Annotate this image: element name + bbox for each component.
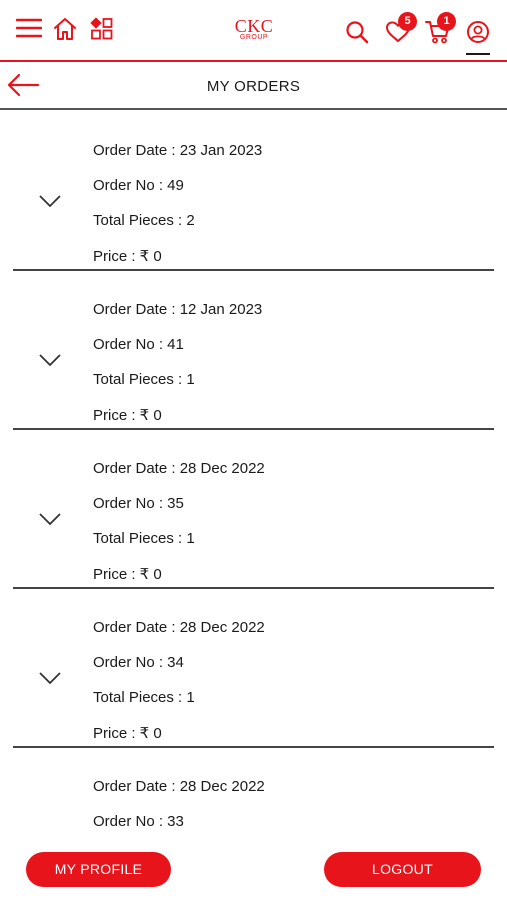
order-number: Order No : 34 (93, 654, 184, 671)
orders-list: Order Date : 23 Jan 2023 Order No : 49 T… (0, 112, 507, 834)
chevron-down-icon[interactable] (38, 194, 62, 208)
order-total-pieces: Total Pieces : 1 (93, 689, 195, 706)
my-profile-button[interactable]: MY PROFILE (26, 852, 171, 887)
cart-count-badge: 1 (437, 12, 456, 31)
order-date: Order Date : 28 Dec 2022 (93, 460, 265, 477)
order-date: Order Date : 12 Jan 2023 (93, 301, 263, 318)
order-price: Price : ₹ 0 (93, 725, 162, 742)
order-date: Order Date : 28 Dec 2022 (93, 778, 265, 795)
menu-icon[interactable] (16, 18, 42, 38)
order-card[interactable]: Order Date : 28 Dec 2022 Order No : 34 T… (13, 589, 494, 748)
categories-icon[interactable] (90, 17, 114, 41)
chevron-down-icon[interactable] (38, 353, 62, 367)
chevron-down-icon[interactable] (38, 671, 62, 685)
active-tab-indicator (466, 53, 490, 55)
wishlist-count-badge: 5 (398, 12, 417, 31)
order-number: Order No : 33 (93, 813, 184, 830)
order-price: Price : ₹ 0 (93, 407, 162, 424)
order-number: Order No : 41 (93, 336, 184, 353)
logo-text: CKC (234, 16, 274, 36)
order-card[interactable]: Order Date : 28 Dec 2022 Order No : 35 T… (13, 430, 494, 589)
footer-actions: MY PROFILE LOGOUT (0, 834, 507, 900)
order-date: Order Date : 23 Jan 2023 (93, 142, 263, 159)
order-card[interactable]: Order Date : 23 Jan 2023 Order No : 49 T… (13, 112, 494, 271)
page-header: MY ORDERS (0, 62, 507, 110)
page-title: MY ORDERS (206, 78, 301, 95)
order-total-pieces: Total Pieces : 2 (93, 212, 195, 229)
search-icon[interactable] (345, 20, 369, 44)
order-date: Order Date : 28 Dec 2022 (93, 619, 265, 636)
logout-button[interactable]: LOGOUT (324, 852, 481, 887)
order-price: Price : ₹ 0 (93, 248, 162, 265)
order-number: Order No : 35 (93, 495, 184, 512)
order-card[interactable]: Order Date : 12 Jan 2023 Order No : 41 T… (13, 271, 494, 430)
account-icon[interactable] (466, 20, 490, 44)
order-price: Price : ₹ 0 (93, 566, 162, 583)
home-icon[interactable] (53, 17, 77, 41)
order-total-pieces: Total Pieces : 1 (93, 371, 195, 388)
order-total-pieces: Total Pieces : 1 (93, 530, 195, 547)
order-card[interactable]: Order Date : 28 Dec 2022 Order No : 33 (13, 748, 494, 834)
top-nav-bar: CKC GROUP 5 1 (0, 0, 507, 62)
brand-logo[interactable]: CKC GROUP (226, 16, 282, 42)
order-number: Order No : 49 (93, 177, 184, 194)
chevron-down-icon[interactable] (38, 512, 62, 526)
